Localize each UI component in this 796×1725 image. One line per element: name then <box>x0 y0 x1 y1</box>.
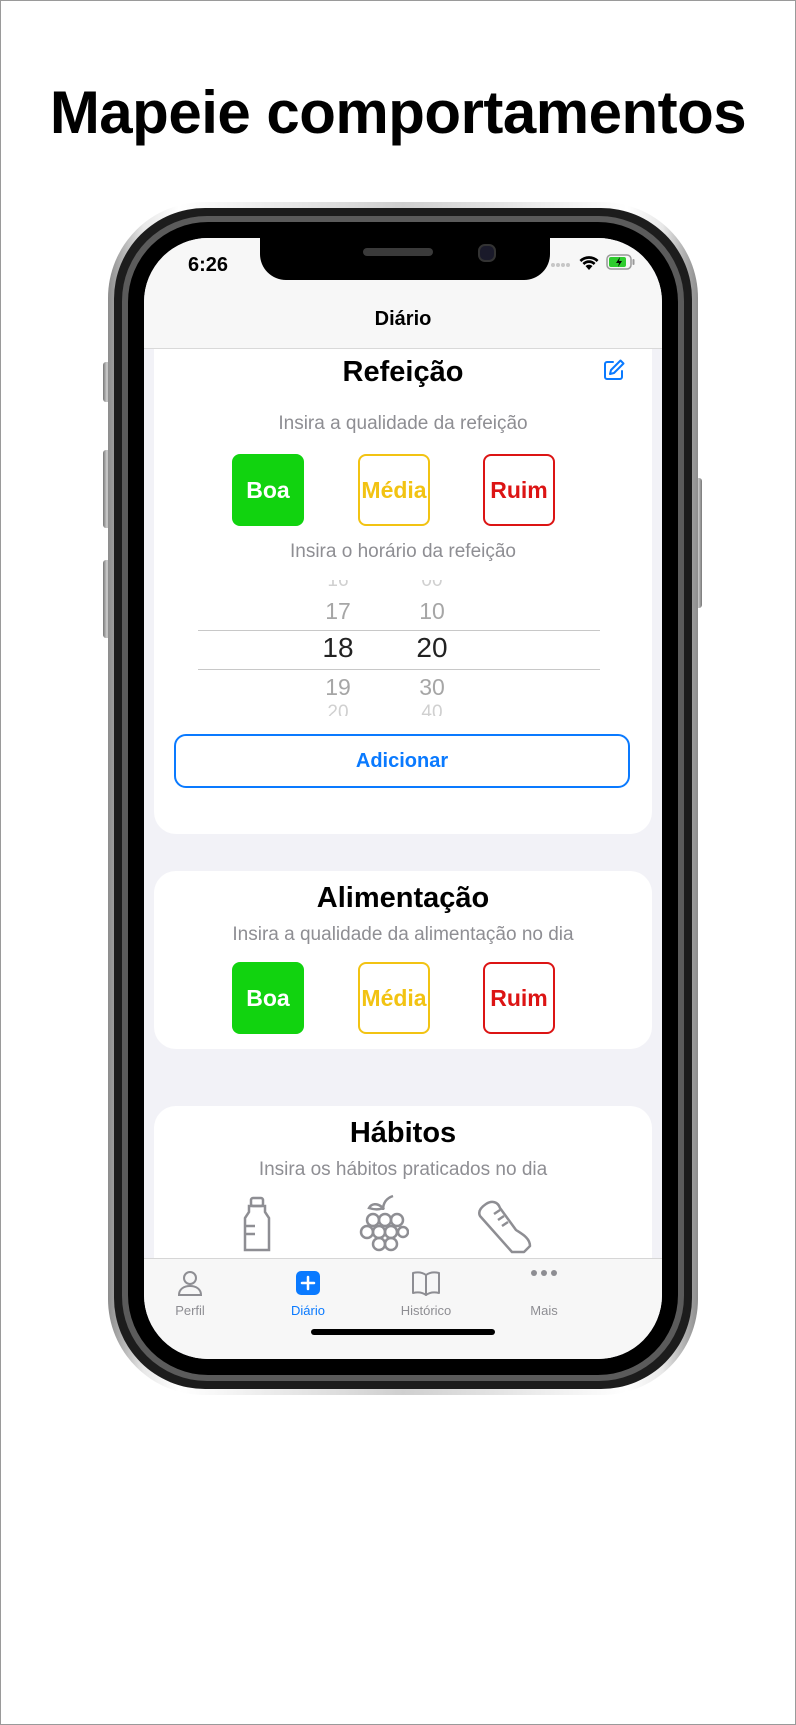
tab-mais[interactable]: Mais <box>494 1265 594 1318</box>
phone-screen: Refeição Insira a qualidade da refeição … <box>144 238 662 1359</box>
food-quality-medium-button[interactable]: Média <box>358 962 430 1034</box>
plus-square-icon <box>258 1265 358 1301</box>
add-meal-button[interactable]: Adicionar <box>174 734 630 788</box>
hour-below: 19 <box>325 674 351 700</box>
speaker <box>363 248 433 256</box>
home-indicator[interactable] <box>311 1329 495 1335</box>
tab-diario[interactable]: Diário <box>258 1265 358 1318</box>
time-picker[interactable]: 16 00 17 10 18 20 19 30 20 40 <box>198 580 600 716</box>
minute-selected[interactable]: 20 <box>402 632 462 664</box>
headline: Mapeie comportamentos <box>49 79 747 146</box>
minute-above: 10 <box>419 598 445 624</box>
status-time: 6:26 <box>188 254 229 276</box>
meal-quality-good-button[interactable]: Boa <box>232 454 304 526</box>
water-bottle-icon[interactable] <box>240 1196 274 1259</box>
more-icon <box>494 1265 594 1301</box>
meal-card-title: Refeição <box>342 356 464 388</box>
habits-card-title: Hábitos <box>349 1117 457 1149</box>
battery-icon <box>606 254 636 275</box>
food-quality-good-button[interactable]: Boa <box>232 962 304 1034</box>
wifi-icon <box>578 254 600 275</box>
hour-selected[interactable]: 18 <box>308 632 368 664</box>
book-icon <box>376 1265 476 1301</box>
tab-perfil[interactable]: Perfil <box>144 1265 240 1318</box>
person-icon <box>144 1265 240 1301</box>
notch <box>260 238 550 280</box>
food-quality-prompt: Insira a qualidade da alimentação no dia <box>232 924 574 945</box>
meal-quality-bad-button[interactable]: Ruim <box>483 454 555 526</box>
front-camera <box>478 244 496 262</box>
habits-prompt: Insira os hábitos praticados no dia <box>258 1159 548 1180</box>
food-quality-bad-button[interactable]: Ruim <box>483 962 555 1034</box>
status-icons <box>550 254 636 275</box>
meal-quality-prompt: Insira a qualidade da refeição <box>278 413 528 434</box>
tab-label-perfil: Perfil <box>175 1303 205 1318</box>
meal-quality-medium-button[interactable]: Média <box>358 454 430 526</box>
page-title: Diário <box>374 308 432 330</box>
tab-historico[interactable]: Histórico <box>376 1265 476 1318</box>
grapes-icon[interactable] <box>357 1194 410 1257</box>
meal-time-prompt: Insira o horário da refeição <box>289 541 516 562</box>
tab-label-historico: Histórico <box>400 1303 452 1318</box>
edit-icon[interactable] <box>602 358 626 387</box>
signal-icon <box>550 256 572 274</box>
meal-card: Refeição Insira a qualidade da refeição … <box>154 318 652 834</box>
hour-above: 17 <box>325 598 351 624</box>
tab-label-diario: Diário <box>291 1303 325 1318</box>
food-card-title: Alimentação <box>316 882 490 914</box>
minute-below: 30 <box>419 674 445 700</box>
sneaker-icon[interactable] <box>476 1198 534 1259</box>
tab-label-mais: Mais <box>530 1303 558 1318</box>
food-card: Alimentação Insira a qualidade da alimen… <box>154 871 652 1049</box>
tab-bar: Perfil Diário Histórico Mais <box>144 1258 662 1359</box>
